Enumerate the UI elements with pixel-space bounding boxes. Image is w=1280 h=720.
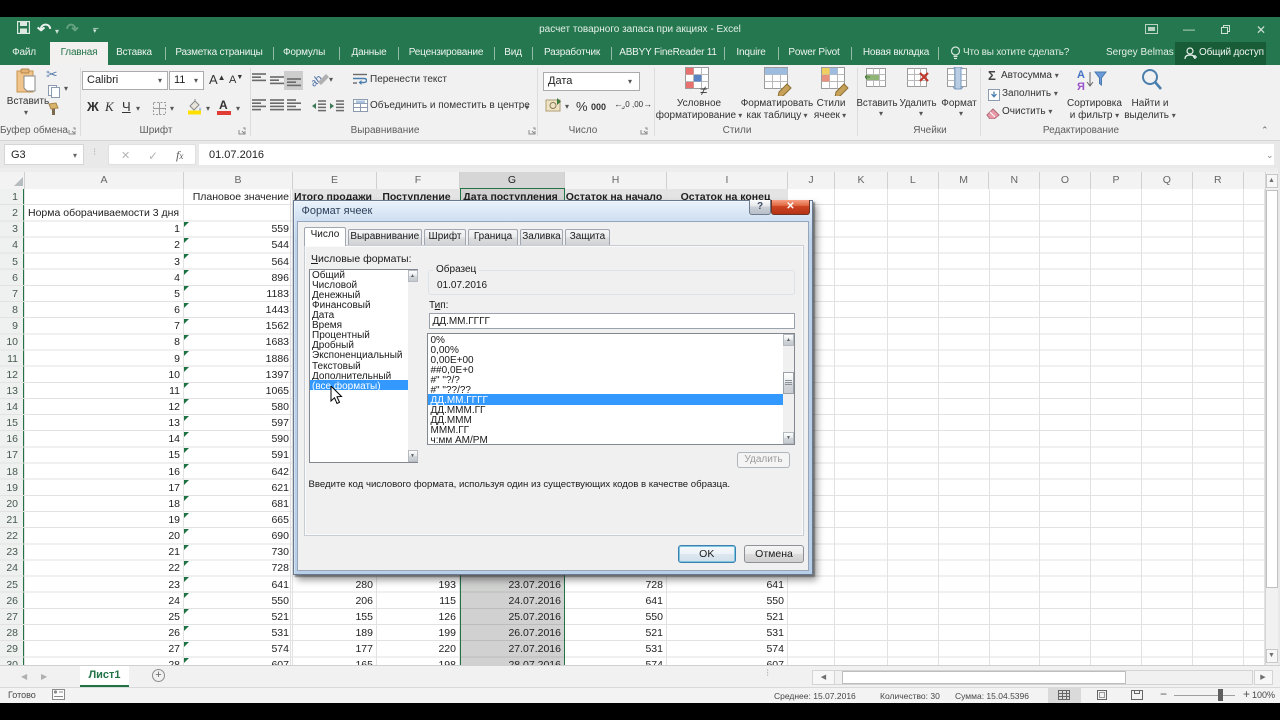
svg-text:А: А — [1077, 69, 1085, 81]
svg-text:≠: ≠ — [700, 83, 707, 96]
svg-text:Я: Я — [1077, 81, 1085, 92]
